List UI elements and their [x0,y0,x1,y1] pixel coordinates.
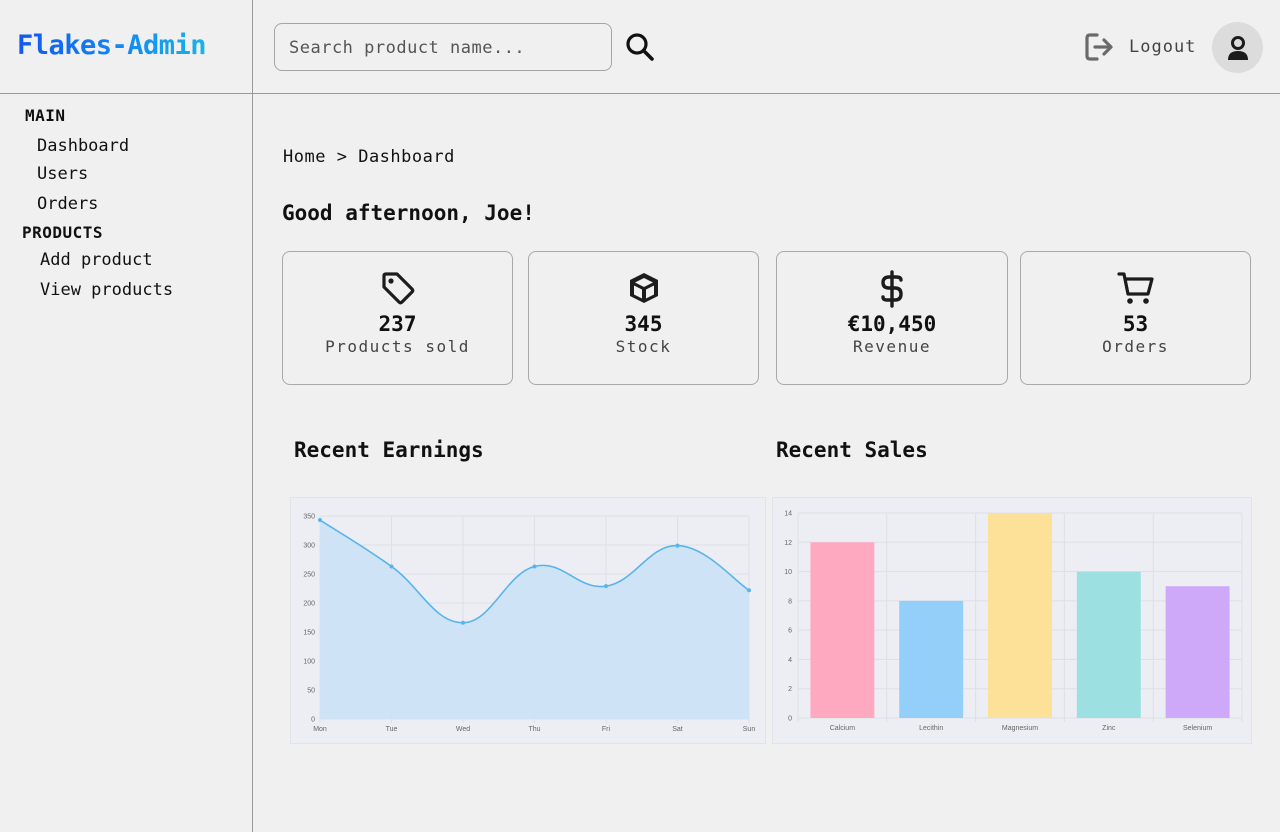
sidebar-section-products: PRODUCTS [22,223,104,242]
breadcrumb-separator: > [336,147,348,167]
earnings-chart-svg: 0 50 100 150 200 250 300 350 Mon Tue Wed Thu Fri Sat S… [303,514,756,734]
data-point [389,564,394,569]
x-tick-label: Selenium [1183,725,1212,732]
stat-label: Stock [615,337,672,356]
y-tick-label: 12 [784,540,792,547]
y-tick-label: 10 [784,569,792,576]
earnings-chart: 0 50 100 150 200 250 300 350 Mon Tue Wed Thu Fri Sat S… [290,497,766,744]
x-tick-label: Sat [672,726,683,733]
y-tick-label: 350 [303,514,315,521]
tag-icon [381,272,414,305]
stat-label: Revenue [853,337,931,356]
user-icon [1227,35,1248,60]
data-point [604,584,608,589]
earnings-chart-title: Recent Earnings [294,438,484,462]
x-tick-label: Lecithin [919,725,943,732]
y-tick-label: 6 [788,628,792,635]
x-tick-label: Wed [456,726,470,733]
stat-card-stock: 345 Stock [528,251,759,385]
y-tick-label: 100 [303,659,315,666]
stat-card-orders: 53 Orders [1020,251,1251,385]
y-tick-label: 0 [311,717,315,724]
breadcrumb-home[interactable]: Home [283,147,326,167]
y-tick-label: 200 [303,601,315,608]
sidebar-item-view-products[interactable]: View products [40,280,173,300]
x-tick-label: Magnesium [1002,725,1038,732]
breadcrumb-current: Dashboard [358,147,455,167]
logout-label: Logout [1129,37,1197,57]
sales-chart-title: Recent Sales [776,438,928,462]
data-point [318,518,322,523]
y-tick-label: 300 [303,543,315,550]
stat-card-products-sold: 237 Products sold [282,251,513,385]
x-tick-label: Fri [602,726,611,733]
sidebar-item-users[interactable]: Users [37,164,88,184]
y-tick-label: 50 [307,688,315,695]
stat-value: 53 [1122,312,1149,336]
logout-icon [1085,33,1113,61]
y-tick-label: 0 [788,716,792,723]
top-bar: Flakes-Admin Logout [0,0,1280,94]
y-tick-label: 14 [784,511,792,518]
bar [1076,571,1141,718]
data-point [532,564,537,569]
search-box [274,23,612,71]
sidebar-item-dashboard[interactable]: Dashboard [37,136,129,156]
bar [810,542,875,718]
user-avatar[interactable] [1212,22,1263,73]
stat-card-revenue: €10,450 Revenue [776,251,1008,385]
search-input[interactable] [289,36,599,60]
sidebar-item-orders[interactable]: Orders [37,194,98,214]
search-icon [626,33,654,61]
cart-icon [1116,272,1154,304]
stat-value: €10,450 [847,312,937,336]
x-tick-label: Mon [313,726,327,733]
sidebar-divider [252,0,253,832]
box-icon [629,273,658,303]
data-point [461,620,465,625]
stat-label: Products sold [325,337,470,356]
breadcrumb: Home > Dashboard [283,147,455,167]
y-tick-label: 4 [788,657,792,664]
x-tick-label: Calcium [830,725,855,732]
data-point [675,543,680,548]
y-tick-label: 250 [303,572,315,579]
greeting-heading: Good afternoon, Joe! [282,201,535,225]
x-tick-label: Sun [743,726,756,733]
sales-chart: 0 2 4 6 8 10 12 14 Calcium Lecithin Magnesium Zinc S… [772,497,1252,744]
stat-value: 237 [378,312,417,336]
y-tick-label: 150 [303,630,315,637]
sidebar-item-add-product[interactable]: Add product [40,250,153,270]
data-point [747,588,751,593]
bar [899,600,964,718]
brand-logo[interactable]: Flakes-Admin [17,30,207,61]
search-button[interactable] [624,31,656,63]
sidebar-section-main: MAIN [25,106,66,125]
x-tick-label: Tue [386,726,398,733]
y-tick-label: 8 [788,598,792,605]
logout-button[interactable]: Logout [1084,30,1196,64]
x-tick-label: Thu [528,726,540,733]
stat-label: Orders [1102,337,1169,356]
stat-value: 345 [624,312,663,336]
bar [988,513,1052,718]
sales-chart-svg: 0 2 4 6 8 10 12 14 Calcium Lecithin Magnesium Zinc S… [784,511,1243,732]
dollar-icon [881,270,903,308]
x-tick-label: Zinc [1102,725,1116,732]
y-tick-label: 2 [788,686,792,693]
bar [1165,586,1230,718]
